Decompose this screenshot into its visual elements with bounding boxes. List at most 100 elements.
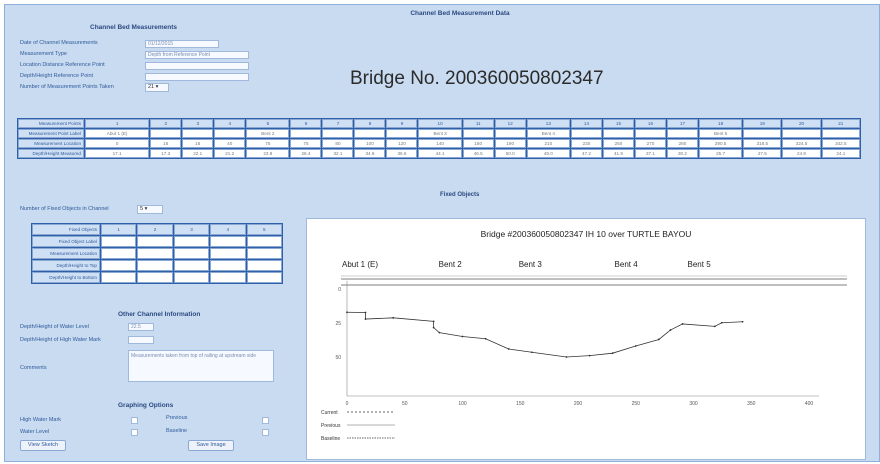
- table-cell[interactable]: [246, 248, 282, 259]
- table-cell[interactable]: 190: [494, 139, 526, 148]
- table-cell[interactable]: 270: [634, 139, 666, 148]
- table-cell[interactable]: [743, 129, 782, 138]
- table-cell[interactable]: [214, 129, 246, 138]
- table-cell[interactable]: [462, 129, 494, 138]
- table-cell[interactable]: 23.8: [246, 149, 290, 158]
- table-cell[interactable]: [137, 236, 173, 247]
- table-cell[interactable]: 140: [418, 139, 462, 148]
- table-cell[interactable]: [246, 236, 282, 247]
- table-cell[interactable]: 342.5: [821, 139, 860, 148]
- table-cell[interactable]: [137, 272, 173, 283]
- table-cell[interactable]: [173, 248, 210, 259]
- high-water-field[interactable]: [128, 336, 154, 344]
- location-ref-field[interactable]: [145, 62, 249, 70]
- table-cell[interactable]: 41.9: [602, 149, 634, 158]
- table-cell[interactable]: 34.9: [354, 149, 386, 158]
- table-cell[interactable]: 120: [386, 139, 418, 148]
- water-level-checkbox[interactable]: [131, 429, 138, 436]
- table-cell[interactable]: 27.5: [743, 149, 782, 158]
- table-cell[interactable]: Bent 5: [698, 129, 743, 138]
- table-cell[interactable]: [246, 260, 282, 271]
- table-cell[interactable]: [210, 236, 246, 247]
- table-cell[interactable]: 30.2: [666, 149, 698, 158]
- table-cell[interactable]: [101, 248, 137, 259]
- table-cell[interactable]: [101, 236, 137, 247]
- table-cell[interactable]: [150, 129, 182, 138]
- table-cell[interactable]: [290, 129, 322, 138]
- point-count-select[interactable]: 21 ▾: [145, 83, 169, 92]
- table-cell[interactable]: 80: [322, 139, 354, 148]
- y-tick-label: 50: [335, 355, 341, 361]
- table-cell[interactable]: 16: [150, 139, 182, 148]
- table-cell[interactable]: [101, 272, 137, 283]
- table-cell[interactable]: 160: [462, 139, 494, 148]
- table-cell[interactable]: [386, 129, 418, 138]
- table-cell[interactable]: [210, 248, 246, 259]
- table-cell[interactable]: 49.0: [526, 149, 570, 158]
- table-cell[interactable]: 37.1: [634, 149, 666, 158]
- fixed-count-select[interactable]: 5 ▾: [137, 205, 163, 214]
- table-cell[interactable]: [782, 129, 821, 138]
- table-cell[interactable]: [666, 129, 698, 138]
- date-field[interactable]: 01/12/2015: [145, 40, 219, 48]
- table-cell[interactable]: 22.1: [182, 149, 214, 158]
- table-cell[interactable]: Bent 2: [246, 129, 290, 138]
- table-cell[interactable]: 210: [526, 139, 570, 148]
- table-cell[interactable]: 100: [354, 139, 386, 148]
- high-water-mark-checkbox[interactable]: [131, 417, 138, 424]
- table-cell[interactable]: 318.5: [743, 139, 782, 148]
- table-cell[interactable]: [173, 260, 210, 271]
- table-cell[interactable]: 250: [602, 139, 634, 148]
- table-cell[interactable]: [182, 129, 214, 138]
- table-cell[interactable]: 47.2: [570, 149, 602, 158]
- table-cell[interactable]: 46.5: [462, 149, 494, 158]
- table-cell[interactable]: 32.1: [322, 149, 354, 158]
- water-level-field[interactable]: 22.5: [128, 323, 154, 331]
- height-ref-field[interactable]: [145, 73, 249, 81]
- table-cell[interactable]: [246, 272, 282, 283]
- previous-checkbox[interactable]: [262, 417, 269, 424]
- table-cell[interactable]: 0: [85, 139, 150, 148]
- table-cell[interactable]: 25.7: [698, 149, 743, 158]
- table-cell[interactable]: 44.1: [418, 149, 462, 158]
- table-cell[interactable]: [173, 272, 210, 283]
- table-cell[interactable]: [101, 260, 137, 271]
- table-cell[interactable]: Bent 4: [526, 129, 570, 138]
- view-sketch-button[interactable]: View Sketch: [20, 440, 66, 451]
- comments-textarea[interactable]: Measurements taken from top of railing a…: [128, 350, 274, 382]
- table-cell[interactable]: 75: [246, 139, 290, 148]
- table-cell[interactable]: [210, 260, 246, 271]
- table-cell[interactable]: 230: [570, 139, 602, 148]
- table-cell[interactable]: [354, 129, 386, 138]
- table-cell[interactable]: [602, 129, 634, 138]
- table-cell[interactable]: 16: [182, 139, 214, 148]
- table-cell[interactable]: [570, 129, 602, 138]
- table-cell[interactable]: 75: [290, 139, 322, 148]
- table-cell[interactable]: 324.5: [782, 139, 821, 148]
- table-cell[interactable]: [173, 236, 210, 247]
- table-cell[interactable]: [137, 260, 173, 271]
- table-cell[interactable]: [210, 272, 246, 283]
- table-cell[interactable]: 24.8: [782, 149, 821, 158]
- table-cell[interactable]: 21.2: [214, 149, 246, 158]
- table-cell[interactable]: [494, 129, 526, 138]
- table-cell[interactable]: Abut 1 (E): [85, 129, 150, 138]
- table-cell[interactable]: Bent 3: [418, 129, 462, 138]
- table-cell[interactable]: [322, 129, 354, 138]
- baseline-checkbox[interactable]: [262, 429, 269, 436]
- table-cell[interactable]: 17.1: [85, 149, 150, 158]
- table-cell[interactable]: 50.0: [494, 149, 526, 158]
- table-cell[interactable]: 40: [214, 139, 246, 148]
- table-cell[interactable]: 36.6: [386, 149, 418, 158]
- table-cell[interactable]: [821, 129, 860, 138]
- save-image-button[interactable]: Save Image: [188, 440, 234, 451]
- data-point: [634, 345, 637, 347]
- table-cell[interactable]: [137, 248, 173, 259]
- table-cell[interactable]: 290.5: [698, 139, 743, 148]
- table-cell[interactable]: 24.1: [821, 149, 860, 158]
- table-cell[interactable]: 28.4: [290, 149, 322, 158]
- table-cell[interactable]: [634, 129, 666, 138]
- type-field[interactable]: Depth from Reference Point: [145, 51, 249, 59]
- table-cell[interactable]: 17.3: [150, 149, 182, 158]
- table-cell[interactable]: 280: [666, 139, 698, 148]
